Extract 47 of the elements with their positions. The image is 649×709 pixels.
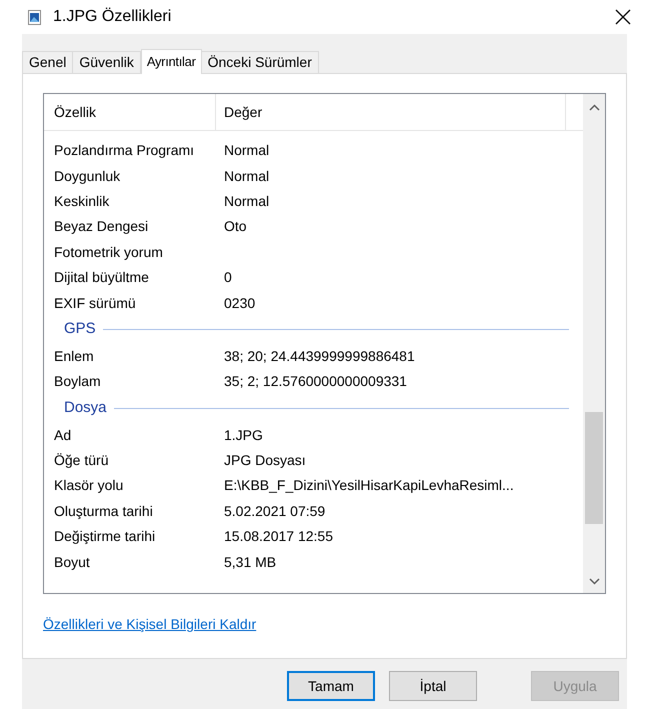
property-name: EXIF sürümü bbox=[54, 294, 136, 311]
property-name: Boylam bbox=[54, 373, 101, 390]
property-value: 5.02.2021 07:59 bbox=[224, 502, 326, 519]
property-value: 15.08.2017 12:55 bbox=[224, 528, 333, 544]
property-value: 0 bbox=[224, 269, 232, 286]
tab[interactable]: Genel bbox=[22, 51, 74, 73]
property-value: 1.JPG bbox=[224, 426, 263, 443]
property-value: Normal bbox=[224, 192, 270, 209]
scrollbar[interactable] bbox=[583, 94, 605, 593]
group-heading: GPS bbox=[64, 319, 96, 340]
property-value: 35; 2; 12.5760000000009331 bbox=[224, 373, 407, 390]
property-name: Dijital büyültme bbox=[54, 269, 149, 286]
property-name: Fotometrik yorum bbox=[54, 244, 163, 260]
column-header[interactable]: Özellik bbox=[44, 94, 216, 130]
scroll-thumb[interactable] bbox=[585, 412, 603, 524]
close-icon[interactable] bbox=[615, 9, 631, 25]
property-name: Pozlandırma Programı bbox=[54, 142, 194, 158]
property-value: Oto bbox=[224, 218, 247, 234]
dialog-button[interactable]: Tamam bbox=[287, 671, 375, 701]
tab[interactable]: Ayrıntılar bbox=[140, 49, 202, 74]
window-title: 1.JPG Özellikleri bbox=[53, 6, 172, 27]
property-value: 5,31 MB bbox=[224, 554, 276, 570]
dialog-button[interactable]: İptal bbox=[389, 671, 477, 701]
property-name: Klasör yolu bbox=[54, 477, 124, 494]
tab[interactable]: Güvenlik bbox=[72, 51, 141, 73]
property-name: Değiştirme tarihi bbox=[54, 528, 156, 544]
remove-properties-link[interactable]: Özellikleri ve Kişisel Bilgileri Kaldır bbox=[43, 614, 256, 635]
property-name: Boyut bbox=[54, 554, 90, 570]
property-value: 38; 20; 24.4439999999886481 bbox=[224, 348, 415, 364]
scroll-down-icon[interactable] bbox=[588, 578, 600, 585]
property-value: 0230 bbox=[224, 294, 256, 311]
column-header[interactable]: Değer bbox=[216, 94, 566, 130]
property-value: JPG Dosyası bbox=[224, 452, 306, 468]
image-file-icon bbox=[28, 10, 41, 24]
property-value: Normal bbox=[224, 142, 270, 158]
property-name: Oluşturma tarihi bbox=[54, 502, 153, 519]
property-name: Ad bbox=[54, 426, 72, 443]
property-name: Doygunluk bbox=[54, 168, 120, 184]
scroll-up-icon[interactable] bbox=[588, 104, 600, 111]
property-name: Keskinlik bbox=[54, 192, 110, 209]
property-value: Normal bbox=[224, 168, 270, 184]
property-name: Beyaz Dengesi bbox=[54, 218, 148, 234]
property-name: Enlem bbox=[54, 348, 94, 364]
tab[interactable]: Önceki Sürümler bbox=[200, 51, 319, 73]
group-heading: Dosya bbox=[64, 398, 107, 418]
property-name: Öğe türü bbox=[54, 452, 108, 468]
property-value: E:\KBB_F_Dizini\YesilHisarKapiLevhaResiml... bbox=[224, 477, 514, 494]
